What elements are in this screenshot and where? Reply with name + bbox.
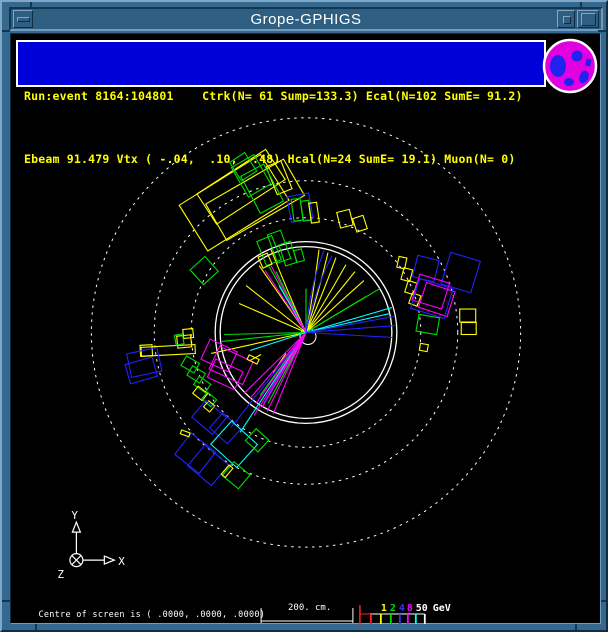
legend-value-50: 50 xyxy=(416,603,428,614)
particle-track xyxy=(254,332,306,415)
frame-notch xyxy=(598,30,606,32)
window-menu-icon xyxy=(17,17,30,22)
title-bar[interactable]: Grope-GPHIGS xyxy=(9,7,603,31)
frame-notch xyxy=(580,2,582,7)
minimize-button[interactable] xyxy=(557,10,575,28)
centre-of-screen-status: Centre of screen is ( .0000, .0000, .000… xyxy=(38,609,265,619)
legend-ticks xyxy=(371,614,425,624)
maximize-icon xyxy=(581,13,596,26)
particle-track xyxy=(271,266,306,333)
legend-value-1: 1 xyxy=(381,603,387,614)
calo-hit-box xyxy=(397,256,407,268)
frame-notch xyxy=(30,2,32,7)
calo-hit-box xyxy=(337,209,353,228)
legend-value-4: 4 xyxy=(399,603,405,614)
calo-hit-box xyxy=(416,314,440,334)
calo-hit-box xyxy=(180,430,190,437)
particle-track xyxy=(306,281,364,333)
scale-bar-label: 200. cm. xyxy=(288,603,331,613)
calorimeter-hits xyxy=(125,149,480,488)
calo-hit-box xyxy=(412,255,439,282)
calo-hit-box xyxy=(175,433,216,473)
axis-label-x: X xyxy=(118,555,125,568)
energy-legend: 1 2 4 8 50 GeV xyxy=(360,603,451,625)
calo-hit-box xyxy=(183,329,194,339)
particle-tracks xyxy=(211,250,396,433)
resize-corner-left[interactable] xyxy=(2,600,10,602)
calo-hit-box xyxy=(294,249,305,263)
particle-track xyxy=(246,286,306,333)
frame-notch xyxy=(2,30,10,32)
particle-track xyxy=(306,332,393,337)
maximize-button[interactable] xyxy=(577,10,599,28)
window-menu-button[interactable] xyxy=(13,10,33,28)
calo-hit-box xyxy=(188,445,229,486)
axis-label-y: Y xyxy=(71,509,78,522)
axis-label-z: Z xyxy=(57,568,64,581)
particle-track xyxy=(273,332,306,414)
calo-hit-box xyxy=(353,215,368,232)
minimize-icon xyxy=(563,16,571,24)
title-bar-face[interactable]: Grope-GPHIGS xyxy=(11,9,601,29)
legend-unit-gev: GeV xyxy=(433,603,451,614)
calo-hit-box xyxy=(461,323,476,335)
calo-hit-box xyxy=(194,376,211,392)
application-window: Grope-GPHIGS Run:event 8164:104801 Ctrk(… xyxy=(0,0,608,632)
calo-hit-box xyxy=(401,268,413,282)
calo-hit-box xyxy=(141,345,195,357)
display-area[interactable]: Run:event 8164:104801 Ctrk(N= 61 Sump=13… xyxy=(10,33,601,624)
event-display-canvas[interactable]: Y X Z Centre of screen is ( .0000, .0000… xyxy=(11,34,602,625)
axis-indicator: Y X Z xyxy=(57,509,125,581)
calo-hit-box xyxy=(177,335,192,348)
scale-bar: 200. cm. xyxy=(261,603,353,623)
calo-hit-box xyxy=(460,309,476,322)
window-title: Grope-GPHIGS xyxy=(250,11,361,28)
calo-hit-box xyxy=(419,343,428,351)
legend-value-8: 8 xyxy=(407,603,413,614)
legend-value-2: 2 xyxy=(390,603,396,614)
particle-track xyxy=(256,332,306,403)
